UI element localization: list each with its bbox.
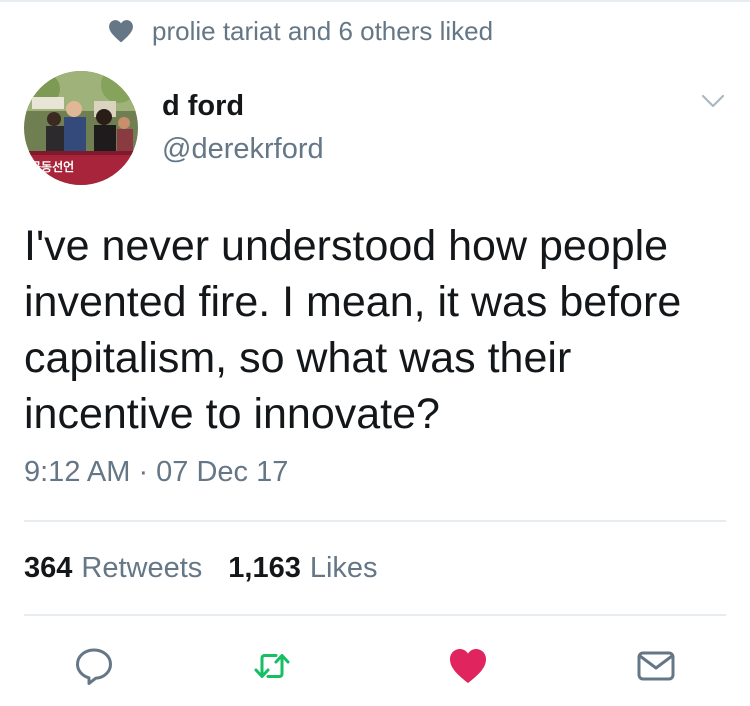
likes-count: 1,163: [228, 552, 301, 584]
likes-label: Likes: [309, 552, 378, 584]
tweet-stats: 364 Retweets 1,163 Likes: [24, 552, 404, 585]
tweet-text: I've never understood how people invente…: [24, 218, 734, 442]
tweet-line: capitalism, so what was their: [24, 334, 572, 382]
reply-icon[interactable]: [74, 646, 114, 686]
author-handle[interactable]: @derekrford: [162, 133, 324, 166]
tweet-line: incentive to innovate?: [24, 390, 440, 438]
chevron-down-icon[interactable]: [701, 92, 725, 110]
stats-bottom-divider: [24, 614, 726, 616]
tweet-timestamp[interactable]: 9:12 AM · 07 Dec 17: [24, 456, 288, 489]
retweets-stat[interactable]: 364 Retweets: [24, 552, 202, 585]
heart-icon[interactable]: [448, 646, 488, 686]
tweet-line: invented fire. I mean, it was before: [24, 278, 682, 326]
envelope-icon[interactable]: [636, 646, 676, 686]
heart-icon: [109, 20, 133, 43]
avatar-banner-text: 공동선언: [30, 159, 74, 174]
likes-stat[interactable]: 1,163 Likes: [228, 552, 377, 585]
stats-top-divider: [24, 520, 726, 522]
avatar-photo: 공동선언: [24, 71, 138, 185]
avatar[interactable]: 공동선언: [24, 71, 138, 185]
retweet-icon[interactable]: [252, 646, 292, 686]
author-display-name[interactable]: d ford: [162, 90, 244, 123]
top-divider: [0, 0, 750, 2]
retweets-label: Retweets: [81, 552, 203, 584]
social-context[interactable]: prolie tariat and 6 others liked: [108, 14, 493, 48]
tweet-line: I've never understood how people: [24, 222, 669, 270]
retweets-count: 364: [24, 552, 73, 584]
social-context-text: prolie tariat and 6 others liked: [152, 15, 494, 46]
